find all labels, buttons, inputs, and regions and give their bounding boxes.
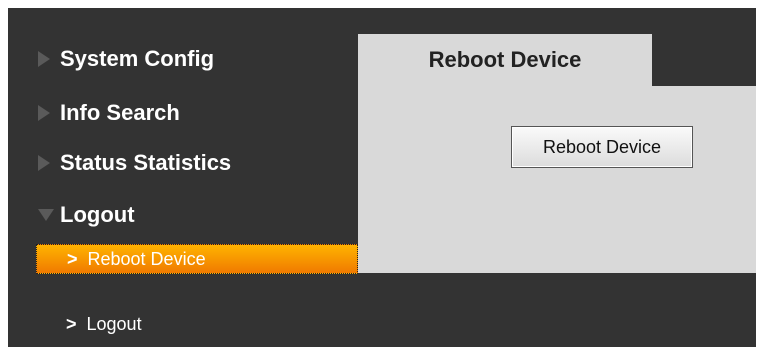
arrow-right-icon [38, 105, 50, 121]
subitem-label: Reboot Device [87, 248, 206, 269]
sidebar-item-label: Logout [60, 202, 135, 227]
sidebar-item-system-config[interactable]: System Config [8, 35, 358, 83]
chevron-right-icon: > [67, 248, 78, 269]
arrow-down-icon [38, 209, 54, 221]
sidebar-item-label: Info Search [60, 100, 180, 125]
sidebar-item-info-search[interactable]: Info Search [8, 89, 358, 137]
sidebar: System Config Info Search Status Statist… [8, 8, 358, 347]
sidebar-item-label: System Config [60, 46, 215, 71]
sidebar-item-status-statistics[interactable]: Status Statistics [8, 139, 358, 187]
reboot-device-button[interactable]: Reboot Device [511, 126, 693, 168]
app-frame: System Config Info Search Status Statist… [8, 8, 756, 347]
chevron-right-icon: > [66, 313, 77, 334]
sidebar-item-logout[interactable]: Logout [8, 191, 358, 239]
reboot-panel: Reboot Device [358, 86, 756, 273]
content-area: Reboot Device Reboot Device [358, 34, 756, 273]
arrow-right-icon [38, 51, 50, 67]
arrow-right-icon [38, 155, 50, 171]
subitem-logout[interactable]: > Logout [36, 309, 358, 339]
sidebar-item-label: Status Statistics [60, 150, 232, 175]
subitem-label: Logout [86, 313, 142, 334]
tab-reboot-device[interactable]: Reboot Device [358, 34, 652, 86]
subitem-reboot-device[interactable]: > Reboot Device [36, 244, 358, 274]
